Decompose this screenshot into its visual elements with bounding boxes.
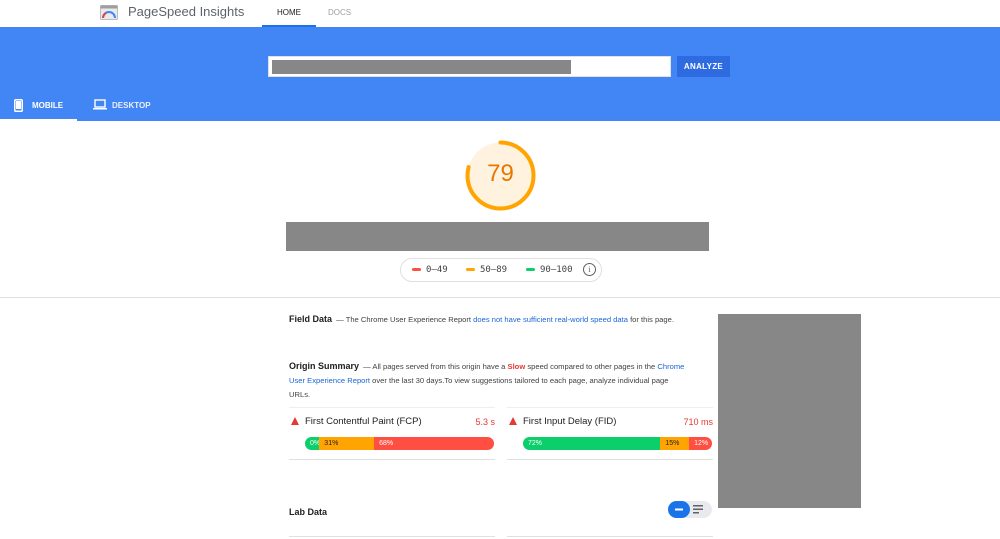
warning-triangle-icon xyxy=(509,417,517,425)
slow-label: Slow xyxy=(507,362,526,371)
field-data-section: Field Data — The Chrome User Experience … xyxy=(289,312,687,327)
tab-mobile-label: MOBILE xyxy=(32,101,64,110)
legend-dash-red xyxy=(412,268,421,271)
top-bar: PageSpeed Insights HOME DOCS xyxy=(0,0,1000,27)
origin-summary-mid: speed compared to other pages in the xyxy=(525,362,658,371)
view-toggle[interactable] xyxy=(668,501,712,518)
smartphone-icon xyxy=(14,99,23,112)
legend-item-average: 50–89 xyxy=(466,265,507,275)
section-divider xyxy=(0,297,1000,298)
legend-dash-green xyxy=(526,268,535,271)
lab-divider-left xyxy=(289,536,495,537)
lab-divider-right xyxy=(507,536,713,537)
metric-value: 5.3 s xyxy=(475,417,495,427)
field-data-suffix: for this page. xyxy=(627,315,674,324)
distribution-average: 15% xyxy=(660,437,690,450)
lab-data-title: Lab Data xyxy=(289,507,328,517)
metric-value: 710 ms xyxy=(683,417,713,427)
legend-label-pass: 90–100 xyxy=(540,265,573,275)
distribution-fast: 0% xyxy=(305,437,320,450)
legend-dash-orange xyxy=(466,268,475,271)
distribution-average: 31% xyxy=(319,437,375,450)
distribution-fast: 72% xyxy=(523,437,661,450)
redacted-page-url xyxy=(286,222,709,251)
nav-docs-tab[interactable]: DOCS xyxy=(328,0,351,27)
field-data-link[interactable]: does not have sufficient real-world spee… xyxy=(473,315,628,324)
origin-summary-title: Origin Summary xyxy=(289,361,360,371)
analyze-button[interactable]: ANALYZE xyxy=(677,56,730,77)
legend-label-average: 50–89 xyxy=(480,265,508,275)
tab-desktop-label: DESKTOP xyxy=(112,101,151,110)
field-data-prefix: — The Chrome User Experience Report xyxy=(334,315,474,324)
distribution-slow: 12% xyxy=(689,437,712,450)
url-input[interactable] xyxy=(268,56,671,77)
summary-view-button[interactable] xyxy=(668,501,690,518)
metric-name: First Input Delay (FID) xyxy=(523,416,617,427)
metric-fcp: First Contentful Paint (FCP) 5.3 s 0% 31… xyxy=(289,407,495,460)
info-icon[interactable]: i xyxy=(583,263,596,276)
score-legend: 0–49 50–89 90–100 i xyxy=(400,258,602,282)
origin-summary-prefix: — All pages served from this origin have… xyxy=(361,362,508,371)
list-view-icon[interactable] xyxy=(693,505,705,514)
warning-triangle-icon xyxy=(291,417,299,425)
legend-item-pass: 90–100 xyxy=(526,265,573,275)
legend-item-fail: 0–49 xyxy=(412,265,448,275)
metric-fid: First Input Delay (FID) 710 ms 72% 15% 1… xyxy=(507,407,713,460)
brand-title[interactable]: PageSpeed Insights xyxy=(128,4,244,19)
legend-label-fail: 0–49 xyxy=(426,265,448,275)
distribution-bar: 72% 15% 12% xyxy=(523,437,712,450)
summary-view-icon xyxy=(675,508,683,511)
field-data-title: Field Data xyxy=(289,314,333,324)
analyze-header: ANALYZE MOBILE DESKTOP xyxy=(0,27,1000,121)
pagespeed-logo-icon[interactable] xyxy=(100,5,118,20)
distribution-bar: 0% 31% 68% xyxy=(305,437,494,450)
tab-desktop[interactable]: DESKTOP xyxy=(88,93,158,121)
tab-mobile[interactable]: MOBILE xyxy=(0,93,77,121)
distribution-slow: 68% xyxy=(374,437,494,450)
performance-score: 79 xyxy=(487,160,514,187)
laptop-icon xyxy=(93,99,107,110)
redacted-screenshot xyxy=(718,314,861,508)
metric-name: First Contentful Paint (FCP) xyxy=(305,416,422,427)
nav-home-tab[interactable]: HOME xyxy=(262,0,316,27)
redacted-url xyxy=(272,60,571,74)
origin-summary-section: Origin Summary — All pages served from t… xyxy=(289,359,687,402)
